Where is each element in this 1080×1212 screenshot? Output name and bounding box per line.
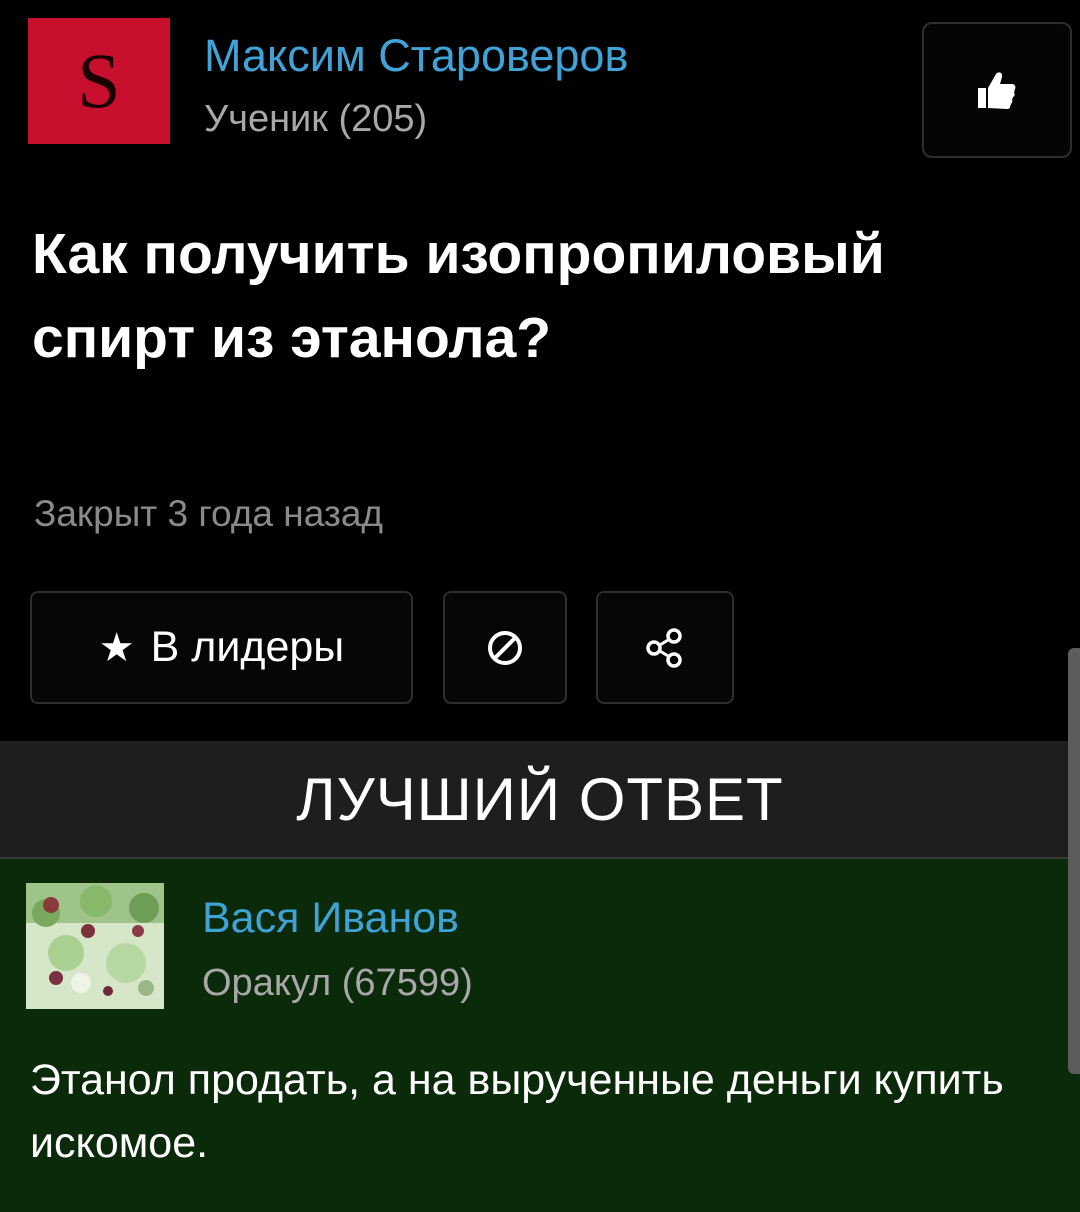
answer-text: Этанол продать, а на вырученные деньги к… <box>30 1056 1004 1167</box>
author-avatar[interactable]: S <box>28 18 170 144</box>
share-icon <box>646 627 682 668</box>
to-leaders-button[interactable]: ★ В лидеры <box>30 591 413 704</box>
share-button[interactable] <box>596 591 734 704</box>
thumbs-up-icon <box>978 72 1016 109</box>
author-rank: Ученик (205) <box>204 98 428 140</box>
avatar-letter: S <box>77 37 121 124</box>
answer-author-name-link[interactable]: Вася Иванов <box>202 894 459 943</box>
answer-author-avatar[interactable] <box>26 883 164 1009</box>
best-answer-block: Вася Иванов Оракул (67599) Этанол продат… <box>0 859 1080 1212</box>
answer-author-rank: Оракул (67599) <box>202 962 473 1004</box>
like-button[interactable] <box>922 22 1072 158</box>
author-name-link[interactable]: Максим Староверов <box>204 30 628 82</box>
question-status: Закрыт 3 года назад <box>34 493 383 534</box>
question-block: S Максим Староверов Ученик (205) Как пол… <box>0 0 1080 740</box>
to-leaders-label: В лидеры <box>150 623 345 671</box>
star-icon: ★ <box>98 625 135 670</box>
block-icon <box>488 630 522 665</box>
best-answer-header: ЛУЧШИЙ ОТВЕТ <box>0 741 1080 859</box>
question-title: Как получить изопропиловый спирт из этан… <box>32 222 885 370</box>
scrollbar[interactable] <box>1068 648 1080 1074</box>
block-button[interactable] <box>443 591 567 704</box>
